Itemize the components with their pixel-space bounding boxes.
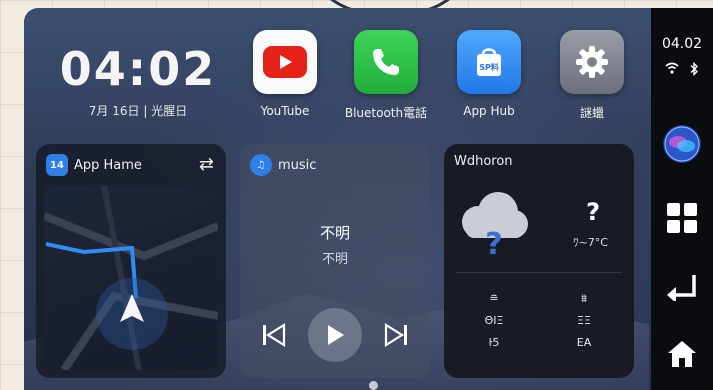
clock-date: 7月 16日 | 光腥日 <box>88 104 188 118</box>
phone-icon <box>354 30 418 94</box>
next-track-button[interactable] <box>380 312 412 358</box>
music-card[interactable]: ♫ music 不明 不明 <box>240 144 430 378</box>
previous-track-button[interactable] <box>258 312 290 358</box>
page-indicator-dot[interactable] <box>369 381 378 390</box>
voice-assistant-button[interactable] <box>662 124 702 164</box>
app-grid-button[interactable] <box>662 198 702 238</box>
cloud-question-icon: ? <box>462 192 528 258</box>
home-button[interactable] <box>662 334 702 374</box>
navigation-card[interactable]: 14 App Hame ⇄ <box>36 144 226 378</box>
app-app-hub[interactable]: SP料 App Hub <box>439 30 539 118</box>
voice-assistant-icon <box>663 125 701 163</box>
status-time: 04.02 <box>661 36 703 52</box>
bluetooth-icon <box>690 62 698 76</box>
right-status-rail: 04.02 <box>651 8 713 390</box>
music-note-icon: ♫ <box>250 154 272 176</box>
clock-time: 04:02 <box>59 42 217 96</box>
app-settings[interactable]: 謎蠟 <box>542 30 642 121</box>
app-hub-icon-text: SP料 <box>479 62 499 72</box>
weather-detail-icon: ≘ <box>489 292 499 305</box>
clock-widget: 04:02 7月 16日 | 光腥日 <box>58 42 218 119</box>
weather-detail-column: ≘ ΘΙΞ ŀ5 <box>464 288 524 354</box>
app-bluetooth-phone[interactable]: Bluetooth電話 <box>336 30 436 121</box>
weather-card-title: Wdhoron <box>454 154 513 169</box>
car-display: 04:02 7月 16日 | 光腥日 YouTube Bluetooth電話 S… <box>24 8 713 390</box>
weather-card-header: Wdhoron <box>454 154 513 169</box>
shopping-bag-icon: SP料 <box>457 30 521 94</box>
status-icons <box>651 62 713 76</box>
weather-condition: ? <box>586 198 600 226</box>
skip-previous-icon <box>263 323 286 347</box>
play-icon <box>328 325 344 345</box>
weather-detail-line: ΕΑ <box>576 336 592 349</box>
music-card-header: ♫ music <box>250 154 316 176</box>
app-label: App Hub <box>463 104 515 118</box>
weather-detail-line: ΞΞ <box>577 314 591 327</box>
skip-next-icon <box>384 323 407 347</box>
weather-detail-line: ΘΙΞ <box>484 314 504 327</box>
music-card-title: music <box>278 157 317 173</box>
weather-divider <box>456 272 622 273</box>
back-button[interactable] <box>662 266 702 306</box>
track-title: 不明 <box>319 224 350 242</box>
app-youtube[interactable]: YouTube <box>235 30 335 118</box>
weather-card[interactable]: Wdhoron ? ? ﾜ~7°C ≘ ΘΙΞ ŀ5 ⩩ ΞΞ ΕΑ <box>444 144 634 378</box>
track-artist: 不明 <box>321 252 348 267</box>
swap-icon[interactable]: ⇄ <box>199 154 214 175</box>
app-label: 謎蠟 <box>579 106 604 120</box>
svg-text:?: ? <box>485 227 502 258</box>
play-button[interactable] <box>308 308 362 362</box>
app-label: YouTube <box>260 104 310 118</box>
weather-detail-line: ŀ5 <box>488 336 500 349</box>
weather-temperature: ﾜ~7°C <box>573 236 608 249</box>
weather-detail-column: ⩩ ΞΞ ΕΑ <box>554 288 614 354</box>
youtube-icon <box>253 30 317 94</box>
back-arrow-icon <box>667 275 696 301</box>
wifi-icon <box>665 62 679 74</box>
settings-icon <box>560 30 624 94</box>
weather-detail-icon: ⩩ <box>581 292 587 305</box>
map-svg <box>44 186 218 370</box>
map-view[interactable] <box>44 186 218 370</box>
navigation-card-title: App Hame <box>74 157 142 173</box>
navigation-badge-icon: 14 <box>46 154 68 176</box>
app-label: Bluetooth電話 <box>344 106 428 120</box>
home-icon <box>668 341 696 367</box>
navigation-card-header: 14 App Hame <box>46 154 142 176</box>
grid-icon <box>667 203 697 233</box>
